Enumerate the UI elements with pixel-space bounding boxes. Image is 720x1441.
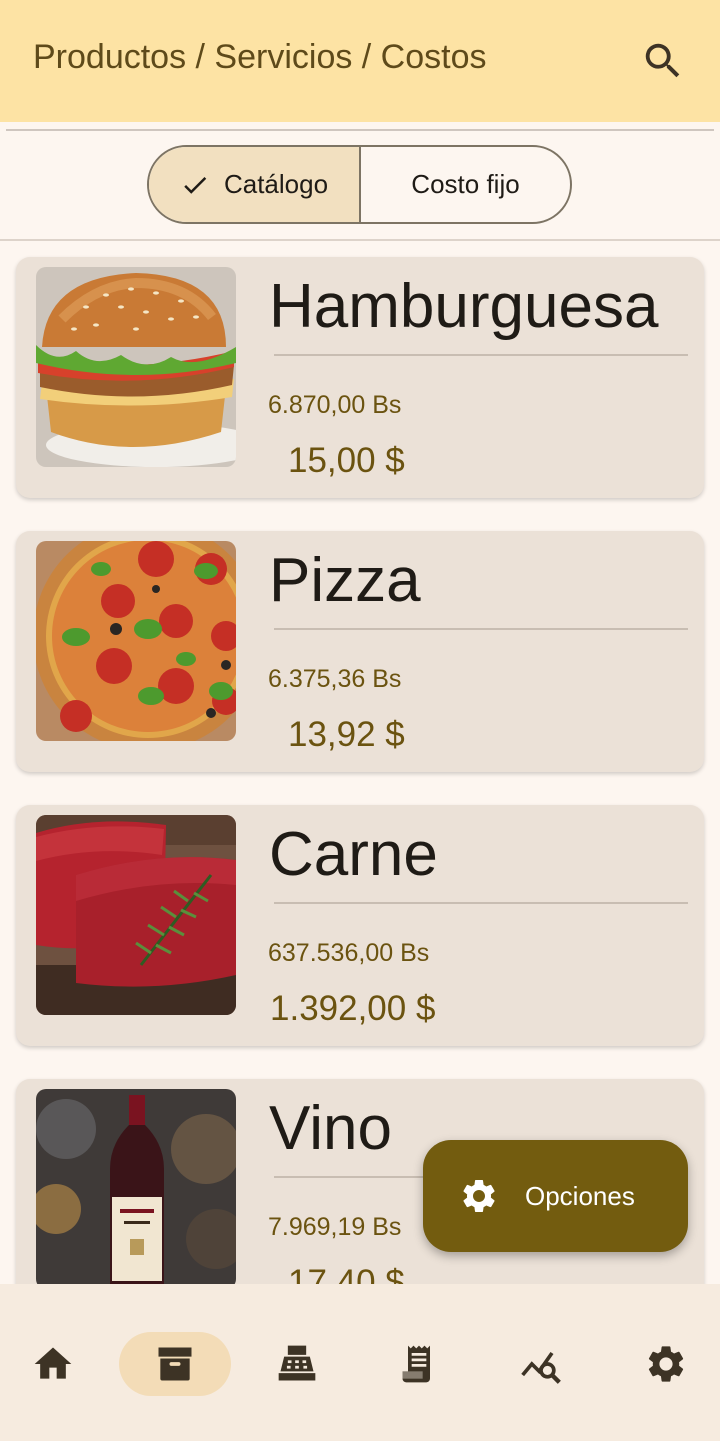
segment-catalogo-label: Catálogo [223,169,329,199]
home-icon [34,1347,72,1379]
product-name: Vino [269,1094,392,1163]
divider [274,628,688,630]
product-list: Hamburguesa 6.870,00 Bs 15,00 $ Pizza 6.… [0,241,720,1284]
divider [274,354,688,356]
product-card-carne[interactable]: Carne 637.536,00 Bs 1.392,00 $ [16,805,704,1046]
product-image-pizza [36,541,236,741]
nav-catalog[interactable] [119,1332,231,1396]
product-name: Hamburguesa [269,272,659,341]
product-price-bs: 6.375,36 Bs [268,665,402,693]
gear-icon [463,1180,495,1212]
product-price-usd: 13,92 $ [288,715,405,754]
product-price-usd: 15,00 $ [288,441,405,480]
search-icon[interactable] [640,38,686,84]
nav-home[interactable] [0,1332,109,1396]
page-title: Productos / Servicios / Costos [33,38,487,76]
product-price-bs: 7.969,19 Bs [268,1213,402,1241]
product-image-carne [36,815,236,1015]
nav-sales[interactable] [241,1332,353,1396]
catalog-segmented-control: Catálogo Costo fijo [147,145,572,224]
product-image-hamburguesa [36,267,236,467]
check-icon [184,176,207,194]
divider [6,129,714,131]
opciones-label: Opciones [525,1180,635,1211]
receipt-icon [402,1345,430,1383]
segment-catalogo[interactable]: Catálogo [149,147,361,222]
top-app-bar: Productos / Servicios / Costos [0,0,720,122]
product-price-usd: 1.392,00 $ [270,989,436,1028]
product-card-hamburguesa[interactable]: Hamburguesa 6.870,00 Bs 15,00 $ [16,257,704,498]
nav-settings[interactable] [610,1332,720,1396]
product-price-usd: 17,40 $ [288,1263,405,1284]
archive-icon [158,1347,192,1381]
settings-icon [648,1346,684,1382]
nav-reports[interactable] [485,1332,597,1396]
divider [274,902,688,904]
cash-register-icon [278,1345,316,1381]
opciones-fab[interactable]: Opciones [423,1140,688,1252]
product-price-bs: 637.536,00 Bs [268,939,430,967]
product-price-bs: 6.870,00 Bs [268,391,402,419]
product-name: Carne [269,820,438,889]
product-image-vino [36,1089,236,1284]
segment-costo-fijo[interactable]: Costo fijo [361,147,570,222]
segment-costo-fijo-label: Costo fijo [411,169,520,199]
bottom-navigation [0,1284,720,1441]
product-name: Pizza [269,546,421,615]
nav-receipts[interactable] [363,1332,475,1396]
chart-search-icon [521,1351,561,1384]
product-card-pizza[interactable]: Pizza 6.375,36 Bs 13,92 $ [16,531,704,772]
